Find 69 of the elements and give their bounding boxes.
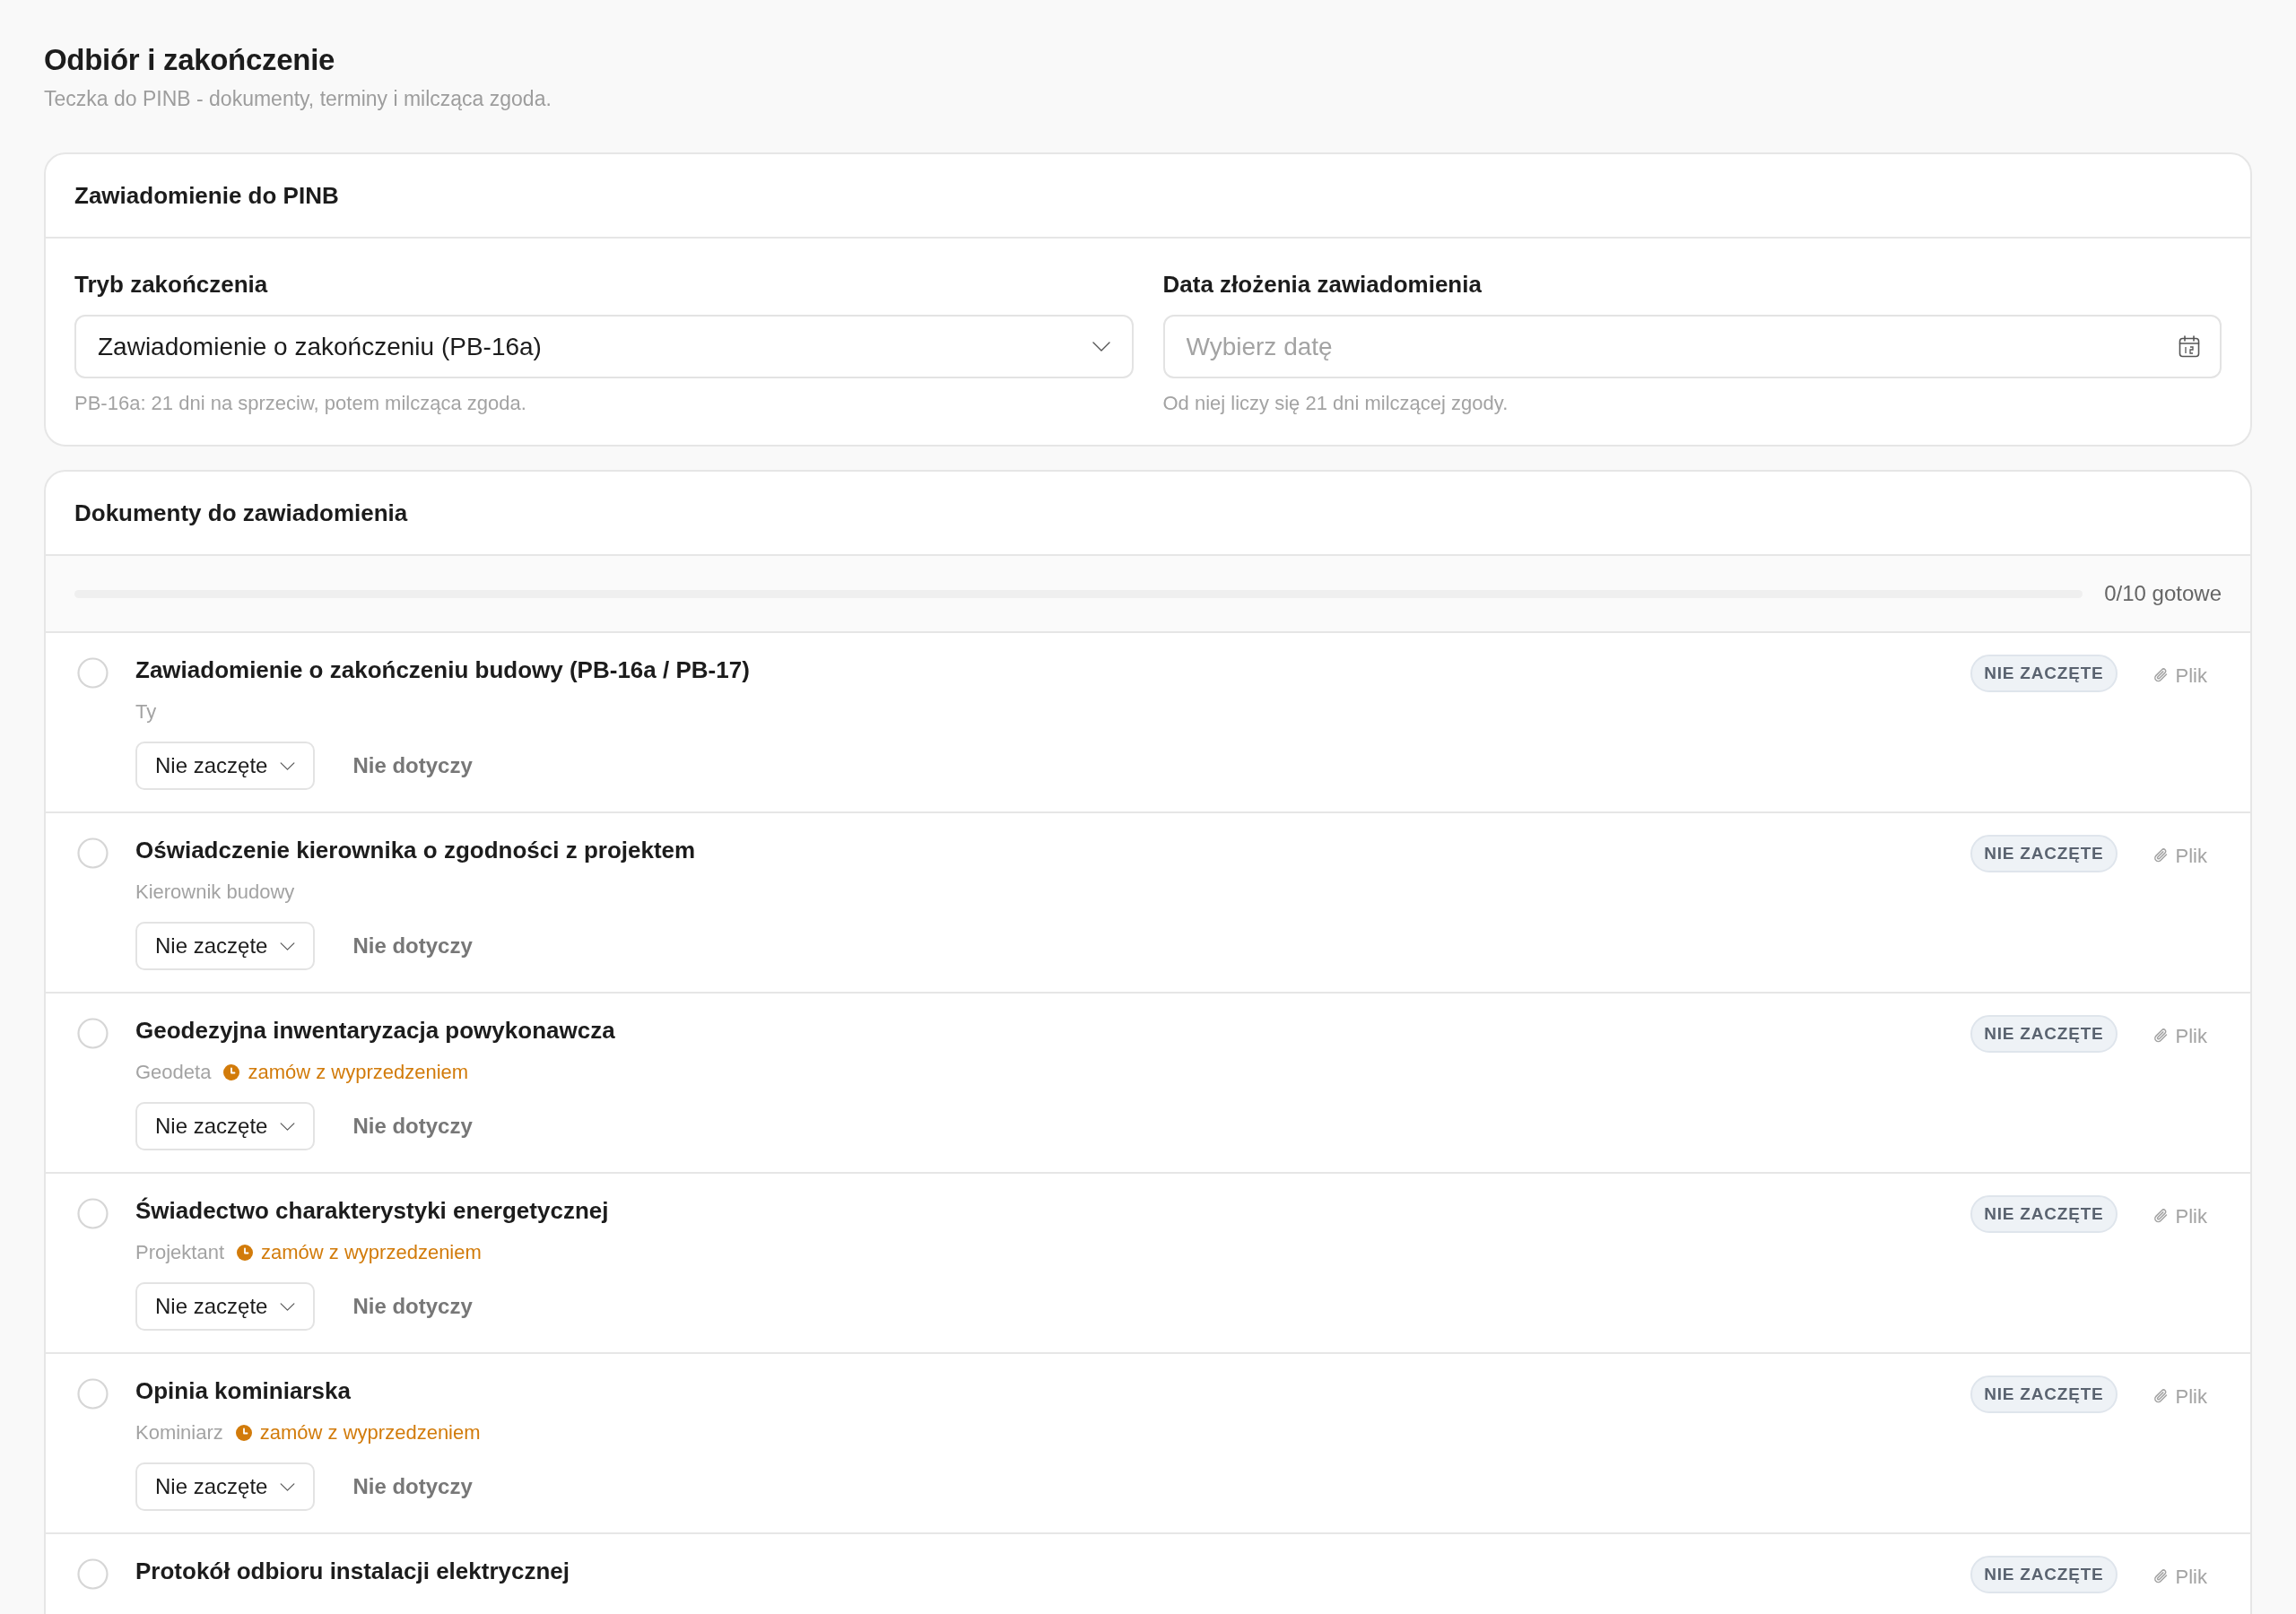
paperclip-icon xyxy=(2152,1027,2169,1045)
status-badge: NIE ZACZĘTE xyxy=(1970,655,2118,692)
done-checkbox[interactable] xyxy=(77,1558,109,1590)
clock-icon xyxy=(223,1063,240,1080)
attach-file-button[interactable]: Plik xyxy=(2152,660,2207,690)
not-applicable-button[interactable]: Nie dotyczy xyxy=(347,742,478,790)
paperclip-icon xyxy=(2152,1567,2169,1585)
paperclip-icon xyxy=(2152,666,2169,684)
not-applicable-button[interactable]: Nie dotyczy xyxy=(347,1282,478,1331)
document-title: Geodezyjna inwentaryzacja powykonawcza xyxy=(135,1016,616,1046)
owner-label: Projektant xyxy=(135,1240,225,1265)
paperclip-icon xyxy=(2152,846,2169,864)
paperclip-icon xyxy=(2152,1387,2169,1405)
document-title: Opinia kominiarska xyxy=(135,1376,352,1406)
owner-label: Kominiarz xyxy=(135,1420,223,1445)
order-early-note: zamów z wyprzedzeniem xyxy=(248,1060,469,1085)
attach-file-button[interactable]: Plik xyxy=(2152,1201,2207,1231)
attach-file-button[interactable]: Plik xyxy=(2152,1561,2207,1592)
page-title: Odbiór i zakończenie xyxy=(44,42,336,78)
done-checkbox[interactable] xyxy=(77,1018,109,1049)
document-title: Zawiadomienie o zakończeniu budowy (PB-16a / PB-17) xyxy=(135,655,751,685)
field-label: Tryb zakończenia xyxy=(74,270,269,299)
help-text: Od niej liczy się 21 dni milczącej zgody. xyxy=(1162,391,1509,416)
attach-file-button[interactable]: Plik xyxy=(2152,1381,2207,1411)
status-badge: NIE ZACZĘTE xyxy=(1970,1195,2118,1233)
owner-label: Kierownik budowy xyxy=(135,880,295,905)
done-checkbox[interactable] xyxy=(77,1378,109,1410)
document-title: Protokół odbioru instalacji elektrycznej xyxy=(135,1557,570,1586)
owner-label: Geodeta xyxy=(135,1060,212,1085)
chevron-down-icon xyxy=(1091,342,1110,351)
status-dropdown[interactable]: Nie zaczęte xyxy=(135,1282,316,1331)
paperclip-icon xyxy=(2152,1207,2169,1225)
status-badge: NIE ZACZĘTE xyxy=(1970,1556,2118,1593)
attach-file-button[interactable]: Plik xyxy=(2152,1020,2207,1051)
attach-file-button[interactable]: Plik xyxy=(2152,840,2207,871)
card-title: Dokumenty do zawiadomienia xyxy=(74,498,408,528)
not-applicable-button[interactable]: Nie dotyczy xyxy=(347,1462,478,1511)
order-early-note: zamów z wyprzedzeniem xyxy=(261,1240,482,1265)
date-field[interactable]: Wybierz datę xyxy=(1162,315,2222,378)
status-dropdown[interactable]: Nie zaczęte xyxy=(135,742,316,790)
calendar-icon xyxy=(2179,335,2200,358)
status-badge: NIE ZACZĘTE xyxy=(1970,1375,2118,1413)
status-badge: NIE ZACZĘTE xyxy=(1970,1015,2118,1053)
card-title: Zawiadomienie do PINB xyxy=(74,180,339,211)
status-dropdown[interactable]: Nie zaczęte xyxy=(135,1462,316,1511)
document-title: Świadectwo charakterystyki energetycznej xyxy=(135,1196,610,1226)
not-applicable-button[interactable]: Nie dotyczy xyxy=(347,1102,478,1150)
progress-count: 0/10 gotowe xyxy=(2104,580,2222,607)
status-dropdown[interactable]: Nie zaczęte xyxy=(135,1102,316,1150)
field-label: Data złożenia zawiadomienia xyxy=(1162,270,1483,299)
order-early-note: zamów z wyprzedzeniem xyxy=(259,1420,481,1445)
help-text: PB-16a: 21 dni na sprzeciw, potem milcząca zgoda. xyxy=(74,391,527,416)
owner-label: Ty xyxy=(135,699,157,725)
status-badge: NIE ZACZĘTE xyxy=(1970,835,2118,872)
chevron-down-icon xyxy=(280,941,296,950)
clock-icon xyxy=(237,1244,254,1261)
page-subtitle: Teczka do PINB - dokumenty, terminy i milcząca zgoda. xyxy=(44,86,552,112)
chevron-down-icon xyxy=(280,1302,296,1311)
done-checkbox[interactable] xyxy=(77,1198,109,1229)
document-title: Oświadczenie kierownika o zgodności z projektem xyxy=(135,836,697,865)
status-dropdown[interactable]: Nie zaczęte xyxy=(135,922,316,970)
done-checkbox[interactable] xyxy=(77,837,109,869)
chevron-down-icon xyxy=(280,761,296,770)
chevron-down-icon xyxy=(280,1482,296,1491)
clock-icon xyxy=(235,1424,252,1441)
not-applicable-button[interactable]: Nie dotyczy xyxy=(347,922,478,970)
done-checkbox[interactable] xyxy=(77,657,109,689)
mode-select[interactable]: Zawiadomienie o zakończeniu (PB-16a) xyxy=(74,315,1134,378)
chevron-down-icon xyxy=(280,1122,296,1131)
